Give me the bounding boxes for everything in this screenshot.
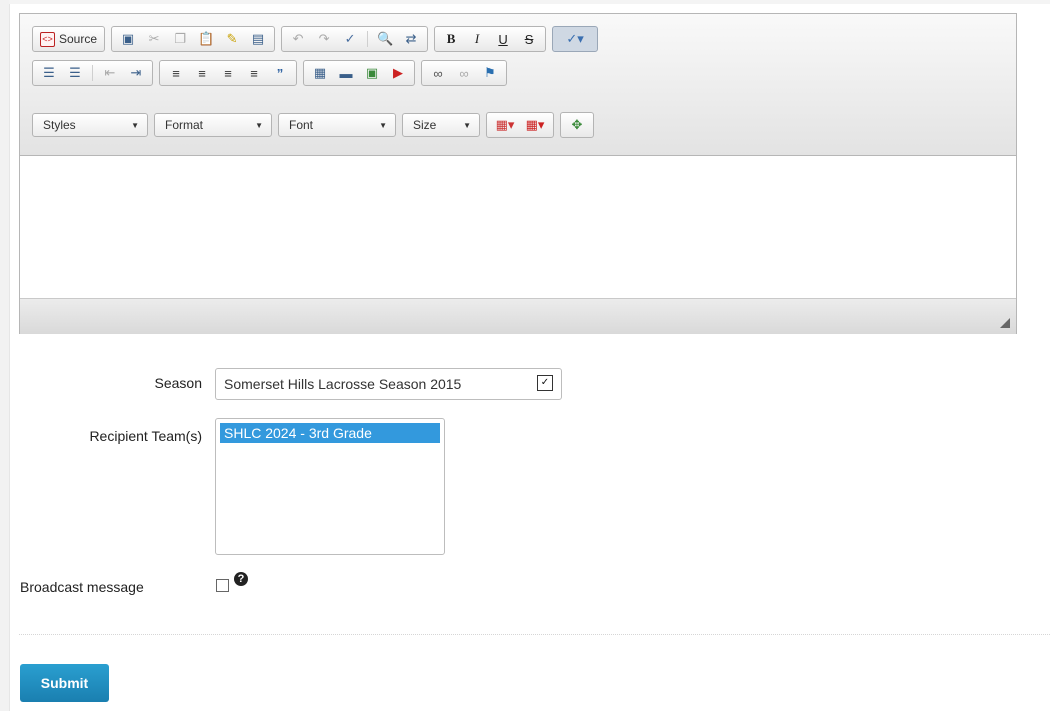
season-select[interactable]: Somerset Hills Lacrosse Season 2015 ✓ (215, 368, 562, 400)
select-all-icon[interactable]: ▣ (117, 29, 139, 49)
anchor-icon[interactable]: ⚑ (479, 63, 501, 83)
table-icon[interactable]: ▦ (309, 63, 331, 83)
align-left-icon[interactable]: ≡ (165, 63, 187, 83)
editor-toolbar: <> Source ▣ ✂ ❐ 📋 ✎ ▤ ↶ ↷ ✓ 🔍 ⇄ B I U S … (20, 14, 1016, 156)
format-label: Format (165, 118, 204, 132)
outdent-icon[interactable]: ⇤ (99, 63, 121, 83)
styles-dropdown[interactable]: Styles ▼ (32, 113, 148, 137)
page-left-border (0, 0, 10, 711)
undo-icon[interactable]: ↶ (287, 29, 309, 49)
list-group: ☰ ☰ ⇤ ⇥ (32, 60, 153, 86)
spellcheck-icon[interactable]: ✓ (339, 29, 361, 49)
paste-word-icon[interactable]: ▤ (247, 29, 269, 49)
toolbar-row-1: <> Source ▣ ✂ ❐ 📋 ✎ ▤ ↶ ↷ ✓ 🔍 ⇄ B I U S … (32, 25, 604, 53)
styles-label: Styles (43, 118, 76, 132)
divider (19, 634, 1050, 635)
italic-icon[interactable]: I (466, 29, 488, 49)
scayt-group: ✓▾ (552, 26, 599, 52)
underline-icon[interactable]: U (492, 29, 514, 49)
chevron-down-icon: ▼ (379, 120, 387, 130)
broadcast-message-label: Broadcast message (20, 579, 144, 595)
indent-icon[interactable]: ⇥ (125, 63, 147, 83)
align-group: ≡ ≡ ≡ ≡ ” (159, 60, 297, 86)
format-dropdown[interactable]: Format ▼ (154, 113, 272, 137)
recipient-teams-listbox[interactable]: SHLC 2024 - 3rd Grade (215, 418, 445, 555)
help-icon[interactable]: ? (234, 572, 248, 586)
redo-icon[interactable]: ↷ (313, 29, 335, 49)
color-group: ▦▾ ▦▾ (486, 112, 554, 138)
bulleted-list-icon[interactable]: ☰ (64, 63, 86, 83)
font-label: Font (289, 118, 314, 132)
submit-button[interactable]: Submit (20, 664, 109, 702)
season-value: Somerset Hills Lacrosse Season 2015 (224, 376, 462, 392)
editor-content-area[interactable] (20, 156, 1016, 298)
scayt-icon[interactable]: ✓▾ (558, 29, 592, 49)
size-dropdown[interactable]: Size ▼ (402, 113, 480, 137)
link-icon[interactable]: ∞ (427, 63, 449, 83)
image-icon[interactable]: ▣ (361, 63, 383, 83)
toolbar-separator (92, 65, 93, 81)
chevron-down-icon: ▼ (463, 120, 471, 130)
broadcast-message-checkbox[interactable] (216, 579, 229, 592)
bold-icon[interactable]: B (440, 29, 462, 49)
insert-group: ▦ ▬ ▣ ▶ (303, 60, 415, 86)
chevron-down-icon: ▼ (255, 120, 263, 130)
youtube-icon[interactable]: ▶ (387, 63, 409, 83)
size-label: Size (413, 118, 437, 132)
chevron-down-icon: ▼ (131, 120, 139, 130)
link-group: ∞ ∞ ⚑ (421, 60, 507, 86)
maximize-icon[interactable]: ✥ (566, 115, 588, 135)
maximize-group: ✥ (560, 112, 594, 138)
copy-icon[interactable]: ❐ (169, 29, 191, 49)
source-button[interactable]: <> Source (36, 29, 101, 49)
font-dropdown[interactable]: Font ▼ (278, 113, 396, 137)
align-center-icon[interactable]: ≡ (191, 63, 213, 83)
rich-text-editor: <> Source ▣ ✂ ❐ 📋 ✎ ▤ ↶ ↷ ✓ 🔍 ⇄ B I U S … (19, 13, 1017, 334)
basic-styles-group: B I U S (434, 26, 547, 52)
page-top-border (9, 0, 1050, 4)
align-justify-icon[interactable]: ≡ (243, 63, 265, 83)
editor-footer (20, 298, 1016, 334)
toolbar-row-2: ☰ ☰ ⇤ ⇥ ≡ ≡ ≡ ≡ ” ▦ ▬ ▣ ▶ ∞ ∞ ⚑ (32, 59, 513, 87)
recipient-teams-label: Recipient Team(s) (89, 428, 202, 444)
blockquote-icon[interactable]: ” (269, 63, 291, 83)
replace-icon[interactable]: ⇄ (400, 29, 422, 49)
text-color-icon[interactable]: ▦▾ (492, 115, 518, 135)
horizontal-rule-icon[interactable]: ▬ (335, 63, 357, 83)
numbered-list-icon[interactable]: ☰ (38, 63, 60, 83)
source-label: Source (59, 32, 98, 46)
season-label: Season (154, 375, 202, 391)
unlink-icon[interactable]: ∞ (453, 63, 475, 83)
history-group: ↶ ↷ ✓ 🔍 ⇄ (281, 26, 429, 52)
chevron-down-icon: ✓ (537, 375, 553, 391)
source-group: <> Source (32, 26, 106, 52)
list-item[interactable]: SHLC 2024 - 3rd Grade (220, 423, 440, 443)
find-icon[interactable]: 🔍 (374, 29, 396, 49)
resize-grip-icon[interactable] (1000, 318, 1010, 328)
background-color-icon[interactable]: ▦▾ (522, 115, 548, 135)
paste-text-icon[interactable]: ✎ (221, 29, 243, 49)
align-right-icon[interactable]: ≡ (217, 63, 239, 83)
toolbar-separator (367, 31, 369, 47)
toolbar-row-3: Styles ▼ Format ▼ Font ▼ Size ▼ ▦▾ ▦▾ ✥ (32, 111, 600, 139)
clipboard-group: ▣ ✂ ❐ 📋 ✎ ▤ (111, 26, 276, 52)
strike-icon[interactable]: S (518, 29, 540, 49)
paste-icon[interactable]: 📋 (195, 29, 217, 49)
cut-icon[interactable]: ✂ (143, 29, 165, 49)
source-icon: <> (40, 31, 55, 47)
